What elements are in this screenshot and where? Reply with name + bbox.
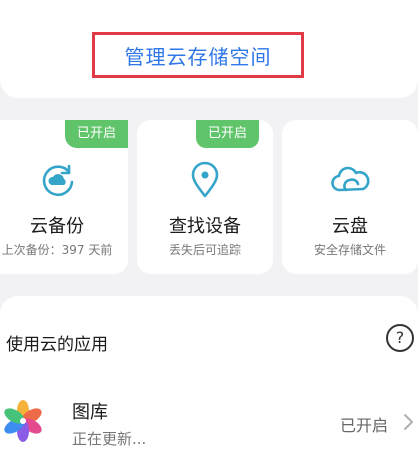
card-title: 云备份 <box>30 216 84 237</box>
location-pin-icon <box>191 161 219 198</box>
enabled-badge: 已开启 <box>195 120 259 148</box>
enabled-badge: 已开启 <box>64 120 128 148</box>
card-subtitle: 上次备份：397 天前 <box>1 243 113 257</box>
app-name: 图库 <box>72 402 108 423</box>
find-device-card[interactable]: 已开启 查找设备 丢失后可追踪 <box>137 120 273 274</box>
manage-cloud-storage-button[interactable]: 管理云存储空间 <box>92 32 304 78</box>
apps-using-cloud-card <box>0 296 418 468</box>
card-title: 查找设备 <box>169 216 241 237</box>
help-icon[interactable]: ? <box>386 324 414 352</box>
app-status: 正在更新... <box>72 430 147 448</box>
cloud-drive-card[interactable]: 云盘 安全存储文件 <box>282 120 418 274</box>
card-title: 云盘 <box>332 216 368 237</box>
gallery-pinwheel-icon <box>4 400 42 442</box>
app-state: 已开启 <box>340 416 389 435</box>
manage-cloud-storage-label: 管理云存储空间 <box>124 44 272 69</box>
card-subtitle: 丢失后可追踪 <box>168 243 241 257</box>
card-subtitle: 安全存储文件 <box>313 243 386 257</box>
section-title: 使用云的应用 <box>6 335 108 355</box>
cloud-drive-icon <box>331 166 370 192</box>
cloud-backup-card[interactable]: 已开启 云备份 上次备份：397 天前 <box>0 120 128 274</box>
storage-header-card: 管理云存储空间 <box>0 0 418 98</box>
cloud-backup-icon <box>42 164 74 197</box>
chevron-right-icon <box>404 414 413 430</box>
